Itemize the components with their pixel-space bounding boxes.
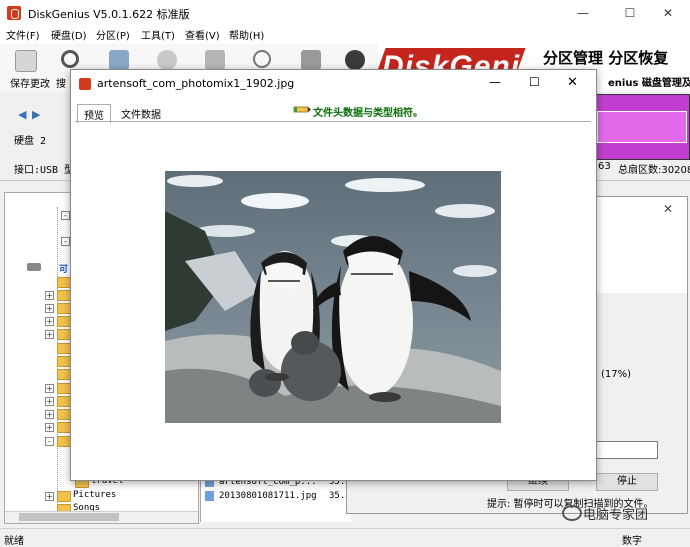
folder-icon: [57, 369, 71, 380]
folder-icon: [57, 436, 71, 447]
save-changes-button[interactable]: 保存更改: [6, 48, 50, 90]
sectors-per-track: 63: [598, 161, 611, 172]
folder-icon: [57, 491, 71, 502]
folder-icon: [57, 383, 71, 394]
disk-label: 硬盘 2: [14, 136, 47, 147]
close-button[interactable]: ✕: [651, 3, 685, 23]
preview-window-title: artensoft_com_photomix1_1902.jpg: [97, 77, 295, 90]
search-icon: [61, 50, 79, 68]
app-icon: [79, 78, 91, 90]
file-name[interactable]: 20130801081711.jpg: [219, 491, 317, 501]
drive-icon: [27, 263, 41, 271]
progress-percent: (17%): [601, 369, 632, 380]
folder-icon: [57, 343, 71, 354]
tree-expander[interactable]: -: [61, 211, 70, 220]
folder-icon: [57, 277, 71, 288]
tree-item-pictures[interactable]: Pictures: [73, 490, 116, 500]
maximize-button[interactable]: ☐: [613, 3, 647, 23]
maximize-button[interactable]: ☐: [529, 75, 540, 89]
forward-arrow-icon[interactable]: ▶: [32, 108, 40, 121]
image-file-icon: [205, 491, 214, 501]
tree-expander[interactable]: +: [45, 330, 54, 339]
tab-file-data[interactable]: 文件数据: [115, 104, 167, 122]
dialog-close-icon[interactable]: ✕: [663, 202, 673, 216]
menu-file[interactable]: 文件(F): [6, 27, 40, 42]
folder-icon: [57, 303, 71, 314]
wechat-icon: [562, 505, 582, 521]
scrollbar-thumb[interactable]: [19, 513, 119, 521]
save-icon: [15, 50, 37, 72]
tab-divider: [75, 121, 591, 122]
pencil-icon: [293, 106, 311, 113]
interface-label: 接口:USB: [14, 165, 59, 176]
numlock-indicator: 数字: [622, 536, 642, 547]
progress-detail-pane: [597, 197, 687, 293]
back-arrow-icon[interactable]: ◀: [18, 108, 26, 121]
preview-title-bar: artensoft_com_photomix1_1902.jpg — ☐ ✕: [71, 70, 596, 98]
folder-icon: [57, 396, 71, 407]
folder-icon: [57, 290, 71, 301]
disk-icon: [157, 50, 177, 70]
progress-field: [596, 441, 658, 459]
tree-horizontal-scrollbar[interactable]: [5, 511, 198, 523]
window-title: DiskGenius V5.0.1.622 标准版: [28, 8, 190, 21]
menu-tools[interactable]: 工具(T): [141, 27, 175, 42]
menu-bar: 文件(F) 硬盘(D) 分区(P) 工具(T) 查看(V) 帮助(H): [0, 26, 690, 44]
status-text: 就绪: [4, 536, 24, 547]
minimize-button[interactable]: —: [566, 3, 600, 23]
tree-expander[interactable]: -: [61, 237, 70, 246]
tree-expander[interactable]: +: [45, 291, 54, 300]
menu-partition[interactable]: 分区(P): [96, 27, 130, 42]
banner-slogan: 分区管理 分区恢复: [543, 49, 669, 67]
folder-icon: [57, 422, 71, 433]
image-preview-window: artensoft_com_photomix1_1902.jpg — ☐ ✕ 预…: [70, 69, 597, 481]
total-sectors: 总扇区数:30208: [618, 165, 690, 176]
status-bar: 就绪 数字: [0, 528, 690, 547]
preview-image: [165, 171, 501, 423]
stop-button[interactable]: 停止: [596, 473, 658, 491]
menu-help[interactable]: 帮助(H): [229, 27, 264, 42]
tree-expander[interactable]: +: [45, 384, 54, 393]
tree-root-label[interactable]: 可: [59, 262, 68, 275]
trash-icon: [301, 50, 321, 70]
tree-expander[interactable]: +: [45, 317, 54, 326]
upload-icon: [109, 50, 129, 70]
main-title-bar: DiskGenius V5.0.1.622 标准版 — ☐ ✕: [0, 0, 690, 26]
folder-icon: [57, 409, 71, 420]
menu-view[interactable]: 查看(V): [185, 27, 220, 42]
folder-icon: [57, 316, 71, 327]
backup-icon: [345, 50, 365, 70]
watermark-text: 电脑专家团: [583, 508, 649, 523]
drive-icon: [205, 50, 225, 70]
tree-expander[interactable]: +: [45, 423, 54, 432]
tree-expander[interactable]: +: [45, 397, 54, 406]
banner-subtitle: enius 磁盘管理及: [608, 78, 690, 89]
folder-icon: [57, 356, 71, 367]
tree-expander[interactable]: +: [45, 410, 54, 419]
partition-map[interactable]: [592, 94, 690, 160]
close-button[interactable]: ✕: [567, 75, 578, 90]
tree-expander[interactable]: -: [45, 437, 54, 446]
app-icon: [7, 6, 21, 20]
file-header-status: 文件头数据与类型相符。: [313, 108, 423, 119]
partition-block[interactable]: [597, 111, 687, 143]
tree-expander[interactable]: +: [45, 304, 54, 313]
minimize-button[interactable]: —: [489, 75, 501, 89]
tree-expander[interactable]: +: [45, 492, 54, 501]
menu-disk[interactable]: 硬盘(D): [51, 27, 87, 42]
folder-icon: [57, 329, 71, 340]
format-icon: [253, 50, 271, 68]
